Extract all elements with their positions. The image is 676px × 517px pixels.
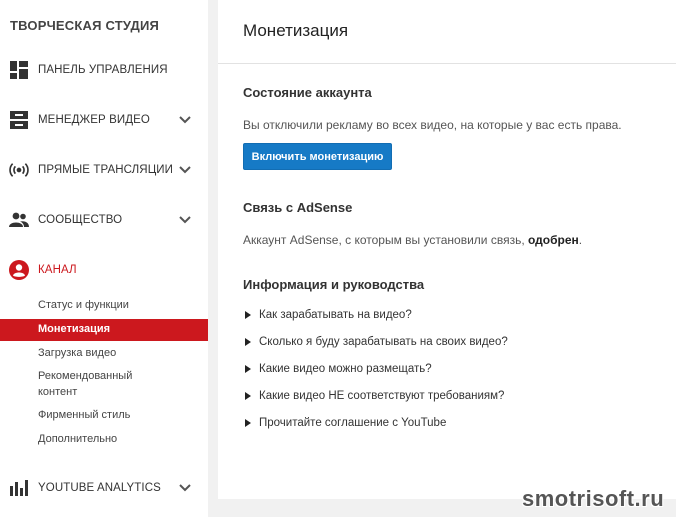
- info-link[interactable]: Сколько я буду зарабатывать на своих вид…: [243, 333, 508, 351]
- info-link-label: Какие видео НЕ соответствуют требованиям…: [259, 390, 505, 402]
- info-link[interactable]: Прочитайте соглашение с YouTube: [243, 414, 446, 432]
- sidebar-item-channel[interactable]: КАНАЛ: [0, 255, 208, 285]
- sidebar: ТВОРЧЕСКАЯ СТУДИЯ ПАНЕЛЬ УПРАВЛЕНИЯ МЕНЕ…: [0, 0, 208, 517]
- expand-triangle-icon: [245, 392, 251, 400]
- sidebar-item-label: СООБЩЕСТВО: [38, 214, 123, 226]
- watermark: smotrisoft.ru: [522, 486, 665, 511]
- sidebar-item-label: YOUTUBE ANALYTICS: [38, 482, 161, 494]
- chevron-down-icon[interactable]: [178, 213, 192, 227]
- account-status-heading: Состояние аккаунта: [243, 85, 372, 100]
- info-link[interactable]: Какие видео НЕ соответствуют требованиям…: [243, 387, 504, 405]
- info-link-label: Какие видео можно размещать?: [259, 363, 432, 375]
- sidebar-item-community[interactable]: СООБЩЕСТВО: [0, 205, 208, 235]
- sidebar-item-label: КАНАЛ: [38, 264, 77, 276]
- monetization-card: Монетизация Состояние аккаунта Вы отключ…: [218, 0, 676, 499]
- expand-triangle-icon: [245, 365, 251, 373]
- adsense-text-prefix: Аккаунт AdSense, с которым вы установили…: [243, 233, 528, 247]
- expand-triangle-icon: [245, 338, 251, 346]
- page-title: Монетизация: [243, 21, 349, 40]
- expand-triangle-icon: [245, 419, 251, 427]
- sidebar-item-label: ПРЯМЫЕ ТРАНСЛЯЦИИ: [38, 164, 174, 176]
- account-status-text: Вы отключили рекламу во всех видео, на к…: [243, 118, 622, 132]
- sidebar-item-label: ПАНЕЛЬ УПРАВЛЕНИЯ: [38, 64, 168, 76]
- analytics-icon: [9, 478, 29, 498]
- community-icon: [9, 210, 29, 230]
- video-manager-icon: [9, 110, 29, 130]
- sidebar-item-analytics[interactable]: YOUTUBE ANALYTICS: [0, 473, 208, 503]
- sidebar-item-dashboard[interactable]: ПАНЕЛЬ УПРАВЛЕНИЯ: [0, 55, 208, 85]
- info-link[interactable]: Как зарабатывать на видео?: [243, 306, 412, 324]
- info-link[interactable]: Какие видео можно размещать?: [243, 360, 432, 378]
- sidebar-subitem-monetization[interactable]: Монетизация: [0, 319, 208, 341]
- chevron-down-icon[interactable]: [178, 481, 192, 495]
- info-link-label: Как зарабатывать на видео?: [259, 309, 412, 321]
- chevron-down-icon[interactable]: [178, 113, 192, 127]
- sidebar-subitem-label: Загрузка видео: [38, 347, 117, 359]
- sidebar-item-video-manager[interactable]: МЕНЕДЖЕР ВИДЕО: [0, 105, 208, 135]
- adsense-text-suffix: .: [578, 233, 583, 247]
- sidebar-subitem-upload[interactable]: Загрузка видео: [0, 344, 208, 364]
- sidebar-subitem-label: Дополнительно: [38, 433, 118, 445]
- enable-monetization-button[interactable]: Включить монетизацию: [243, 143, 392, 170]
- sidebar-subitem-label: Фирменный стиль: [38, 409, 131, 421]
- sidebar-subitem-label: Статус и функции: [38, 299, 129, 311]
- chevron-down-icon[interactable]: [178, 163, 192, 177]
- expand-triangle-icon: [245, 311, 251, 319]
- sidebar-subitem-advanced[interactable]: Дополнительно: [0, 430, 208, 450]
- info-heading: Информация и руководства: [243, 277, 425, 292]
- live-broadcast-icon: [9, 160, 29, 180]
- info-link-label: Сколько я буду зарабатывать на своих вид…: [259, 336, 508, 348]
- channel-icon: [9, 260, 29, 280]
- adsense-heading: Связь с AdSense: [243, 200, 353, 215]
- sidebar-subitem-featured[interactable]: Рекомендованный контент: [0, 368, 208, 402]
- sidebar-subitem-branding[interactable]: Фирменный стиль: [0, 406, 208, 426]
- card-header: Монетизация: [218, 0, 676, 64]
- adsense-text: Аккаунт AdSense, с которым вы установили…: [243, 233, 582, 247]
- dashboard-icon: [9, 60, 29, 80]
- sidebar-subitem-label: Монетизация: [38, 323, 111, 335]
- studio-title: ТВОРЧЕСКАЯ СТУДИЯ: [10, 18, 160, 33]
- sidebar-item-label: МЕНЕДЖЕР ВИДЕО: [38, 114, 150, 126]
- adsense-status: одобрен: [528, 233, 579, 247]
- info-link-label: Прочитайте соглашение с YouTube: [259, 417, 447, 429]
- sidebar-subitem-label: Рекомендованный контент: [38, 370, 133, 398]
- sidebar-item-live[interactable]: ПРЯМЫЕ ТРАНСЛЯЦИИ: [0, 155, 208, 185]
- sidebar-subitem-status[interactable]: Статус и функции: [0, 296, 208, 316]
